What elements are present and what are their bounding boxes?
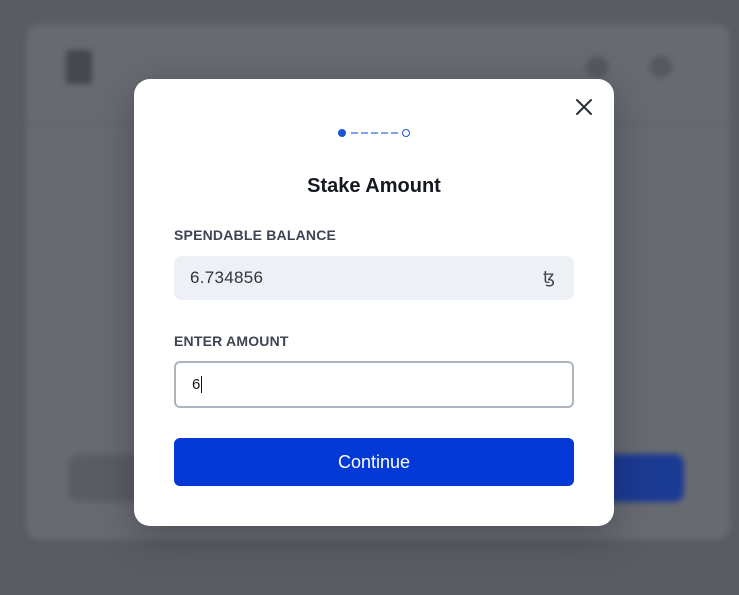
app-logo-text xyxy=(106,56,112,79)
close-button[interactable] xyxy=(570,93,598,121)
step-connector xyxy=(360,132,368,134)
text-caret xyxy=(201,376,203,393)
step-connector xyxy=(380,132,388,134)
app-logo xyxy=(66,50,92,84)
step-dot-current xyxy=(338,129,346,137)
continue-button[interactable]: Continue xyxy=(174,438,574,486)
background-header-title xyxy=(300,44,450,60)
amount-input-value: 6 xyxy=(192,376,201,393)
modal-title: Stake Amount xyxy=(307,175,441,197)
step-indicator xyxy=(134,129,614,137)
spendable-balance-value: 6.734856 xyxy=(190,268,264,287)
step-connector xyxy=(390,132,398,134)
amount-input[interactable]: 6 xyxy=(174,361,574,408)
background-header-icon xyxy=(650,56,672,78)
spendable-balance-field: 6.734856 ꜩ xyxy=(174,256,574,300)
background-header-icon xyxy=(586,56,608,78)
tez-icon: ꜩ xyxy=(542,268,556,287)
stake-amount-modal: Stake Amount SPENDABLE BALANCE 6.734856 … xyxy=(134,79,614,526)
step-connector xyxy=(350,132,358,134)
step-dot-next xyxy=(402,129,410,137)
close-icon xyxy=(576,99,592,115)
step-connector xyxy=(370,132,378,134)
spendable-balance-label: SPENDABLE BALANCE xyxy=(174,227,337,243)
enter-amount-label: ENTER AMOUNT xyxy=(174,333,289,349)
